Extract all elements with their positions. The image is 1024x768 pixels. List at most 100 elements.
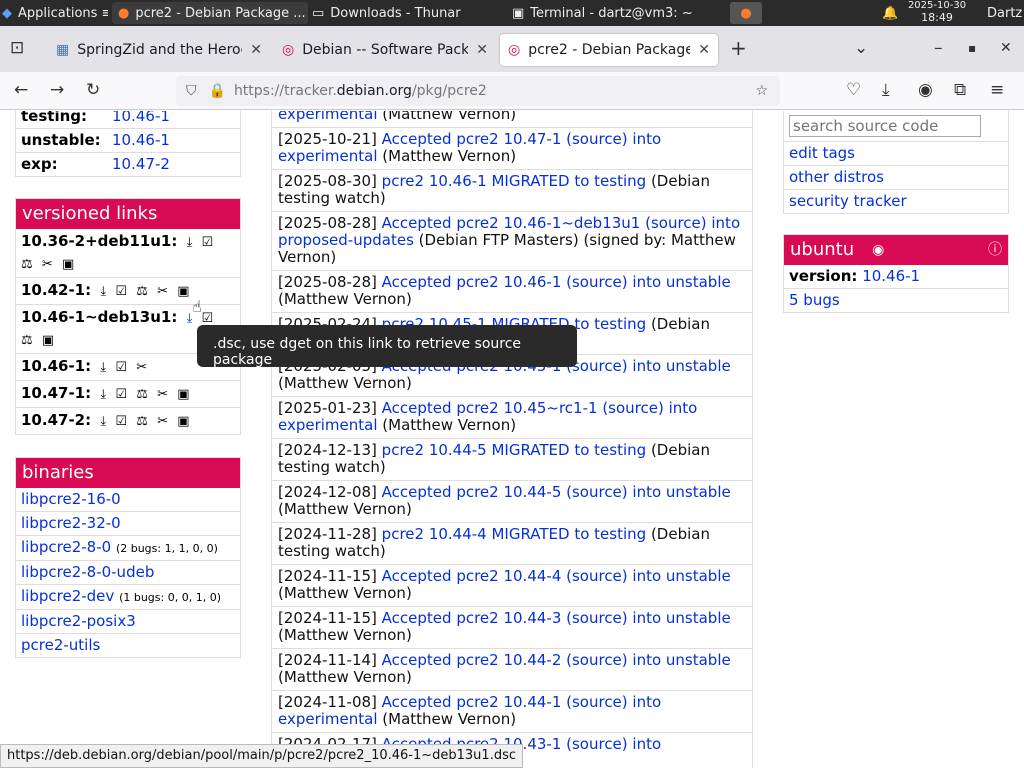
control-icon[interactable]: ▣: [42, 333, 54, 348]
copyright-icon[interactable]: ⚖: [21, 333, 33, 348]
binary-link[interactable]: libpcre2-posix3: [21, 612, 136, 630]
news-link[interactable]: Accepted pcre2 10.44-2 (source) into uns…: [382, 651, 731, 669]
user-name[interactable]: Dartz: [987, 2, 1022, 24]
download-dsc-icon[interactable]: ⤓: [100, 414, 106, 429]
news-item: [2025-10-21] Accepted pcre2 10.47-1 (sou…: [272, 128, 752, 170]
search-source-input[interactable]: [789, 115, 981, 137]
rules-icon[interactable]: ✂: [136, 360, 147, 375]
reload-icon[interactable]: ↻: [86, 80, 100, 100]
changelog-icon[interactable]: ☑: [202, 311, 214, 326]
lock-icon[interactable]: 🔒: [209, 83, 226, 99]
minimize-icon[interactable]: –: [934, 38, 943, 58]
news-link[interactable]: experimental: [278, 111, 378, 123]
download-dsc-icon[interactable]: ⤓: [187, 235, 193, 250]
copyright-icon[interactable]: ⚖: [136, 414, 148, 429]
applications-menu[interactable]: ◆ Applications ≡: [2, 2, 108, 24]
rules-icon[interactable]: ✂: [42, 257, 53, 272]
security-tracker-link[interactable]: security tracker: [789, 192, 907, 210]
vlink-row: 10.36-2+deb11u1: ⤓ ☑ ⚖ ✂ ▣: [16, 229, 240, 278]
folder-icon: ▭: [312, 5, 325, 21]
taskbar-firefox[interactable]: ● pcre2 - Debian Package ...: [112, 2, 308, 24]
binary-link[interactable]: libpcre2-32-0: [21, 514, 121, 532]
changelog-icon[interactable]: ☑: [202, 235, 214, 250]
maximize-icon[interactable]: ▪: [968, 38, 976, 58]
news-item: [2025-08-28] Accepted pcre2 10.46-1~deb1…: [272, 212, 752, 271]
binary-link[interactable]: libpcre2-dev: [21, 587, 114, 605]
news-author: (Matthew Vernon): [278, 290, 412, 308]
changelog-icon[interactable]: ☑: [115, 387, 127, 402]
taskbar-thunar[interactable]: ▭ Downloads - Thunar: [312, 2, 506, 24]
download-dsc-icon[interactable]: ⤓: [100, 360, 106, 375]
version-link[interactable]: 10.47-2: [112, 156, 170, 173]
news-link[interactable]: Accepted pcre2 10.44-4 (source) into uns…: [382, 567, 731, 585]
news-author: (Matthew Vernon): [278, 626, 412, 644]
control-icon[interactable]: ▣: [177, 414, 189, 429]
download-icon[interactable]: ⤓: [882, 80, 890, 100]
account-icon[interactable]: ◉: [918, 80, 933, 100]
url-bar[interactable]: ⛉ 🔒 https://tracker. debian.org/pkg/pcre2…: [176, 76, 780, 106]
page-content: testing: 10.46-1 unstable: 10.46-1 exp: …: [0, 111, 1024, 768]
news-link[interactable]: pcre2 10.44-4 MIGRATED to testing: [382, 525, 647, 543]
bell-icon[interactable]: 🔔: [882, 2, 898, 24]
binary-link[interactable]: pcre2-utils: [21, 636, 100, 654]
left-column: testing: 10.46-1 unstable: 10.46-1 exp: …: [15, 111, 241, 658]
news-date: [2024-11-15]: [278, 609, 377, 627]
version-link[interactable]: 10.46-1: [112, 111, 170, 125]
other-distros-link[interactable]: other distros: [789, 168, 884, 186]
info-icon[interactable]: ⓘ: [988, 239, 1002, 261]
copyright-icon[interactable]: ⚖: [21, 257, 33, 272]
ubuntu-bugs-link[interactable]: 5 bugs: [789, 291, 840, 309]
control-icon[interactable]: ▣: [62, 257, 74, 272]
tab-list-icon[interactable]: ⊡: [10, 38, 24, 58]
copyright-icon[interactable]: ⚖: [136, 387, 148, 402]
control-icon[interactable]: ▣: [177, 284, 189, 299]
binary-link[interactable]: libpcre2-16-0: [21, 490, 121, 508]
menu-icon[interactable]: ≡: [990, 80, 1004, 100]
binary-link[interactable]: libpcre2-8-0: [21, 538, 111, 556]
ubuntu-version-link[interactable]: 10.46-1: [862, 267, 920, 285]
rules-icon[interactable]: ✂: [157, 387, 168, 402]
bookmark-star-icon[interactable]: ☆: [755, 83, 768, 99]
firefox-launcher[interactable]: ●: [730, 2, 762, 24]
news-link[interactable]: pcre2 10.44-5 MIGRATED to testing: [382, 441, 647, 459]
version-link[interactable]: 10.46-1: [112, 132, 170, 149]
edit-tags-link[interactable]: edit tags: [789, 144, 855, 162]
close-tab-icon[interactable]: ✕: [698, 42, 710, 58]
control-icon[interactable]: ▣: [177, 387, 189, 402]
tab-springzid[interactable]: ▦ SpringZid and the Heroes ✕: [48, 34, 270, 66]
news-link[interactable]: Accepted pcre2 10.46-1 (source) into uns…: [382, 273, 731, 291]
rules-icon[interactable]: ✂: [157, 284, 168, 299]
news-link[interactable]: Accepted pcre2 10.44-3 (source) into uns…: [382, 609, 731, 627]
rules-icon[interactable]: ✂: [157, 414, 168, 429]
taskbar-terminal[interactable]: ▣ Terminal - dartz@vm3: ~: [512, 2, 708, 24]
tab-debian-packages[interactable]: ◎ Debian -- Software Packages ✕: [274, 34, 496, 66]
version-row-exp: exp: 10.47-2: [21, 155, 170, 173]
changelog-icon[interactable]: ☑: [115, 360, 127, 375]
news-link[interactable]: pcre2 10.46-1 MIGRATED to testing: [382, 172, 647, 190]
bug-counts[interactable]: (1 bugs: 0, 0, 1, 0): [119, 591, 221, 604]
news-date: [2024-11-28]: [278, 525, 377, 543]
news-date: [2024-12-13]: [278, 441, 377, 459]
news-link[interactable]: Accepted pcre2 10.44-5 (source) into uns…: [382, 483, 731, 501]
download-dsc-icon[interactable]: ⤓: [100, 284, 106, 299]
clock[interactable]: 2025-10-30 18:49: [902, 0, 972, 24]
debian-icon: ◎: [508, 42, 521, 58]
news-date: [2025-08-28]: [278, 273, 377, 291]
pocket-icon[interactable]: ♡: [846, 80, 861, 100]
extensions-icon[interactable]: ⧉: [954, 80, 966, 100]
changelog-icon[interactable]: ☑: [115, 284, 127, 299]
close-window-icon[interactable]: ✕: [1000, 38, 1012, 58]
back-icon[interactable]: ←: [14, 80, 28, 100]
bug-counts[interactable]: (2 bugs: 1, 1, 0, 0): [116, 542, 218, 555]
tab-pcre2[interactable]: ◎ pcre2 - Debian Package T ✕: [500, 34, 718, 66]
changelog-icon[interactable]: ☑: [115, 414, 127, 429]
close-tab-icon[interactable]: ✕: [476, 42, 488, 58]
shield-icon[interactable]: ⛉: [186, 83, 197, 99]
close-tab-icon[interactable]: ✕: [250, 42, 262, 58]
binary-link[interactable]: libpcre2-8-0-udeb: [21, 563, 154, 581]
forward-icon[interactable]: →: [50, 80, 64, 100]
copyright-icon[interactable]: ⚖: [136, 284, 148, 299]
new-tab-icon[interactable]: +: [730, 38, 747, 58]
download-dsc-icon[interactable]: ⤓: [100, 387, 106, 402]
chevron-down-icon[interactable]: ⌄: [854, 38, 868, 58]
